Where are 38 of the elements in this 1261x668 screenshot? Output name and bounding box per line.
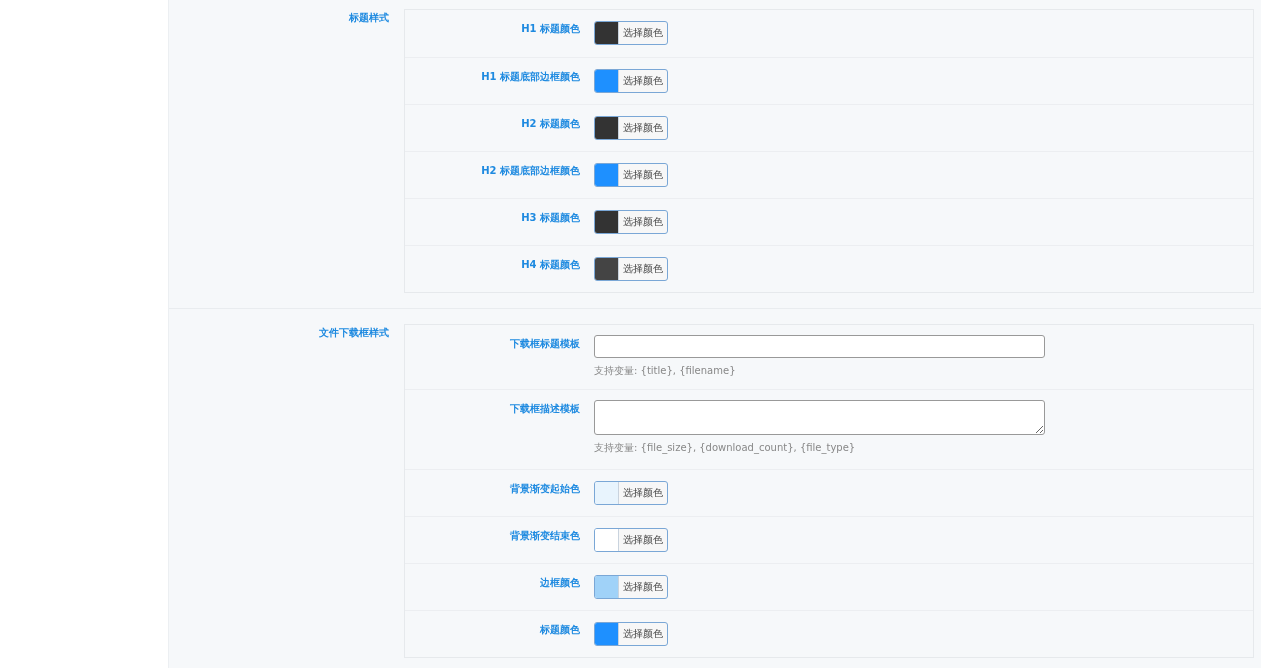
choose-color-button[interactable]: 选择颜色 [619, 529, 667, 551]
section-title: 文件下载框样式 [318, 326, 390, 340]
choose-color-button[interactable]: 选择颜色 [619, 258, 667, 280]
choose-color-button[interactable]: 选择颜色 [619, 22, 667, 44]
choose-color-button[interactable]: 选择颜色 [619, 211, 667, 233]
choose-color-button[interactable]: 选择颜色 [619, 482, 667, 504]
color-picker[interactable]: 选择颜色 [594, 528, 668, 552]
color-picker[interactable]: 选择颜色 [594, 481, 668, 505]
field-label: 背景渐变结束色 [509, 529, 580, 543]
color-picker[interactable]: 选择颜色 [594, 575, 668, 599]
field-hint: 支持变量: {file_size}, {download_count}, {file_type} [594, 441, 857, 455]
field-label: H1 标题颜色 [520, 22, 580, 36]
section-title: 标题样式 [348, 11, 390, 25]
field-label: 边框颜色 [539, 576, 580, 590]
field-label: 标题颜色 [539, 623, 580, 637]
field-label: H2 标题颜色 [520, 117, 580, 131]
choose-color-button[interactable]: 选择颜色 [619, 164, 667, 186]
color-picker[interactable]: 选择颜色 [594, 210, 668, 234]
field-hint: 支持变量: {title}, {filename} [594, 364, 737, 378]
textarea-field[interactable] [594, 400, 1045, 435]
color-picker[interactable]: 选择颜色 [594, 21, 668, 45]
choose-color-button[interactable]: 选择颜色 [619, 576, 667, 598]
choose-color-button[interactable]: 选择颜色 [619, 623, 667, 645]
field-label: 背景渐变起始色 [509, 482, 580, 496]
field-label: H2 标题底部边框颜色 [480, 164, 580, 178]
color-picker[interactable]: 选择颜色 [594, 257, 668, 281]
color-picker[interactable]: 选择颜色 [594, 69, 668, 93]
color-picker[interactable]: 选择颜色 [594, 116, 668, 140]
field-label: H3 标题颜色 [520, 211, 580, 225]
field-label: H4 标题颜色 [520, 258, 580, 272]
field-label: H1 标题底部边框颜色 [480, 70, 580, 84]
choose-color-button[interactable]: 选择颜色 [619, 70, 667, 92]
color-picker[interactable]: 选择颜色 [594, 163, 668, 187]
input-field[interactable] [594, 335, 1045, 358]
color-picker[interactable]: 选择颜色 [594, 622, 668, 646]
field-label: 下载框描述模板 [509, 402, 580, 416]
choose-color-button[interactable]: 选择颜色 [619, 117, 667, 139]
field-label: 下载框标题模板 [509, 337, 580, 351]
